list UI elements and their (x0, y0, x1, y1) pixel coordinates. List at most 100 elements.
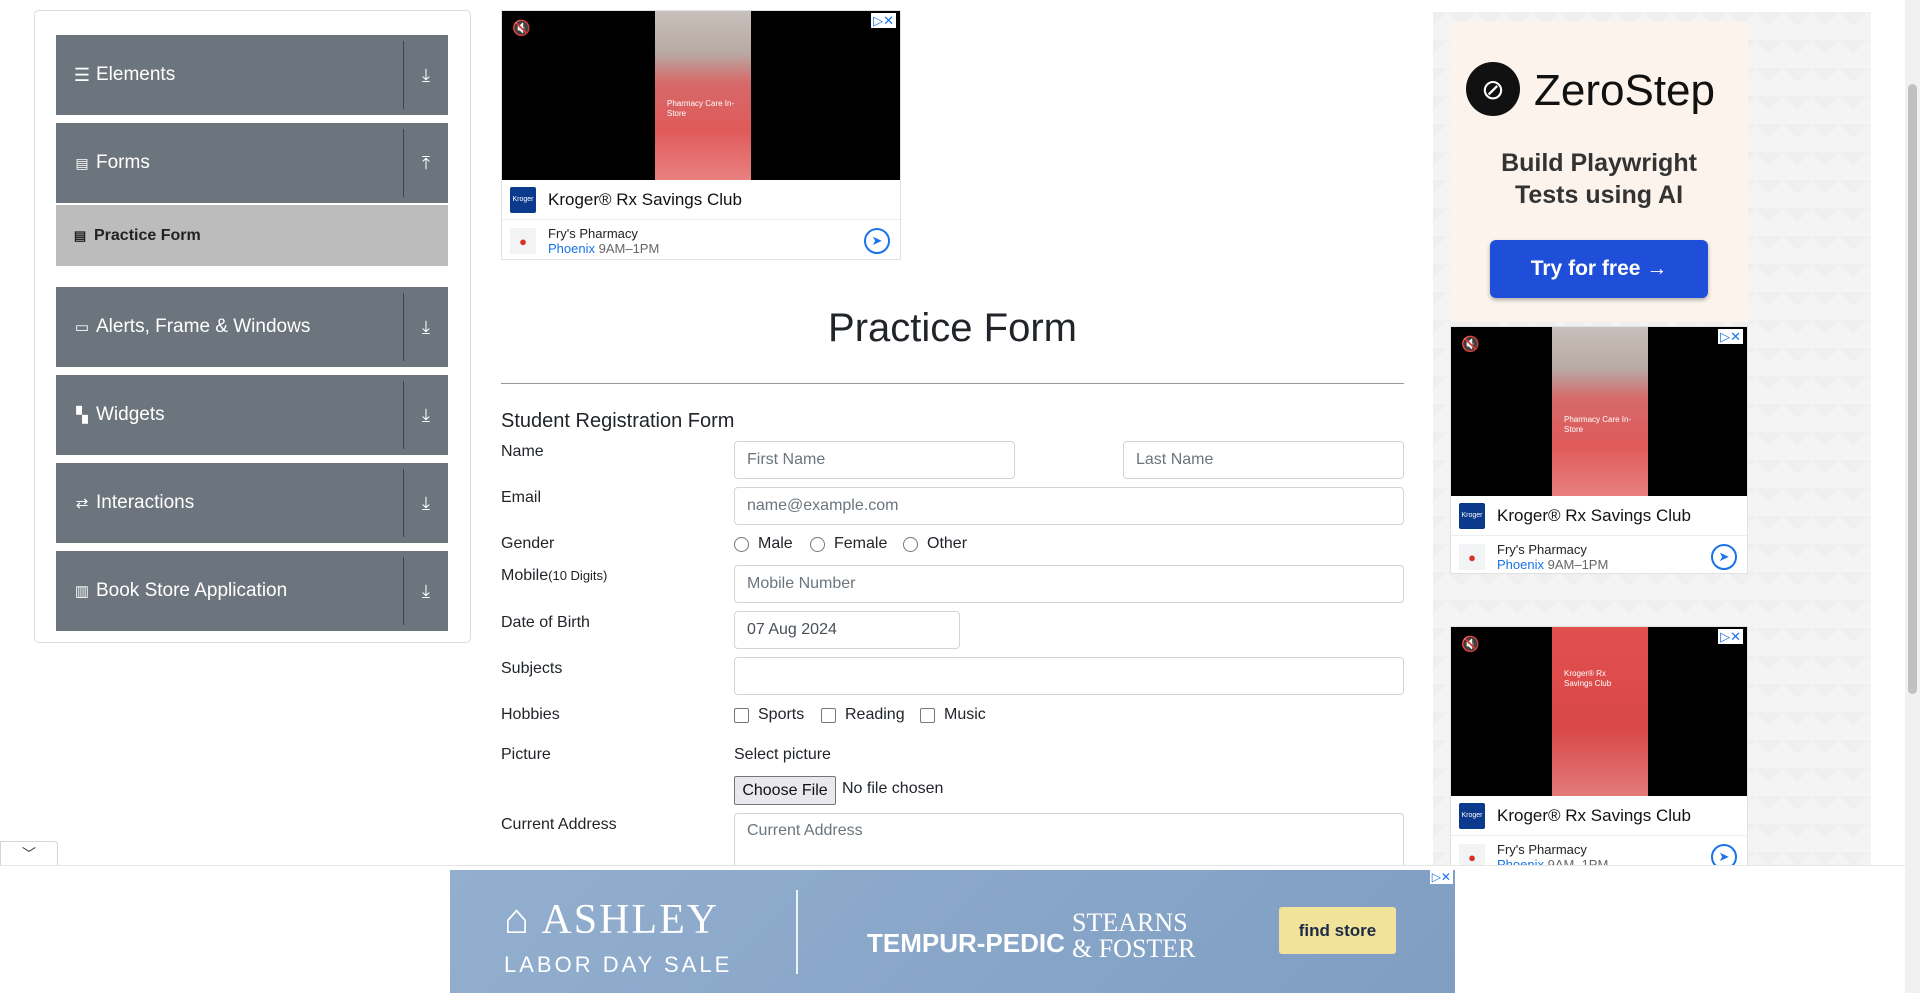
mobile-label: Mobile(10 Digits) (501, 567, 607, 585)
ad-location-name: Fry's Pharmacy (548, 226, 638, 241)
ad-location: Fry's Pharmacy Phoenix 9AM–1PM (1497, 842, 1608, 865)
ad-location-name: Fry's Pharmacy (1497, 842, 1587, 857)
divider (403, 41, 404, 109)
ad-brand-row[interactable]: Kroger Kroger® Rx Savings Club (1451, 496, 1747, 536)
widgets-icon: ▚ (76, 406, 88, 424)
foster-line: & FOSTER (1072, 934, 1196, 963)
scrollbar-thumb[interactable] (1908, 84, 1917, 694)
download-icon[interactable]: ⤓ (414, 405, 438, 426)
gender-male-radio[interactable]: Male (734, 535, 793, 553)
radio-label: Other (927, 535, 968, 552)
checkbox-label: Sports (758, 706, 805, 723)
dob-input[interactable]: 07 Aug 2024 (734, 611, 960, 649)
stearns-foster-logo: STEARNS & FOSTER (1072, 910, 1196, 962)
subjects-input[interactable] (734, 657, 1404, 695)
ad-city: Phoenix (1497, 557, 1544, 572)
first-name-input[interactable]: First Name (734, 441, 1015, 479)
hamburger-icon: ☰ (73, 65, 91, 85)
ad-brand-row[interactable]: Kroger Kroger® Rx Savings Club (502, 180, 900, 220)
ad-hours: 9AM–1PM (1547, 557, 1609, 572)
zerostep-ad[interactable]: ⊘ ZeroStep Build Playwright Tests using … (1450, 22, 1748, 322)
kroger-ad-right-2[interactable]: Kroger® Rx Savings Club 🔇 ▷✕ Kroger Krog… (1450, 626, 1748, 866)
ad-brand-row[interactable]: Kroger Kroger® Rx Savings Club (1451, 796, 1747, 836)
sidebar-group-widgets[interactable]: ▚ Widgets ⤓ (56, 375, 448, 455)
books-icon: ▥ (74, 582, 90, 600)
tagline-line-2: Tests using AI (1514, 181, 1684, 209)
directions-icon[interactable]: ➤ (864, 228, 890, 254)
checkbox[interactable] (821, 707, 836, 723)
try-for-free-button[interactable]: Try for free → (1490, 240, 1708, 298)
divider (403, 557, 404, 625)
kroger-logo: Kroger (1459, 502, 1485, 529)
hobby-music-checkbox[interactable]: Music (920, 706, 986, 724)
directions-icon[interactable]: ➤ (1711, 844, 1737, 865)
gender-other-radio[interactable]: Other (903, 535, 967, 553)
email-label: Email (501, 489, 542, 506)
sidebar-group-book-store[interactable]: ▥ Book Store Application ⤓ (56, 551, 448, 631)
checkbox[interactable] (734, 707, 749, 723)
hobby-reading-checkbox[interactable]: Reading (821, 706, 905, 724)
sidebar: ☰ Elements ⤓ ▤ Forms ⤒ ▤ Practice Form ▭… (34, 10, 471, 643)
sidebar-group-forms[interactable]: ▤ Forms ⤒ (56, 123, 448, 203)
mobile-input[interactable]: Mobile Number (734, 565, 1404, 603)
ad-thumbnail-text: Pharmacy Care In-Store (667, 99, 735, 118)
download-icon[interactable]: ⤓ (414, 317, 438, 338)
kroger-logo: Kroger (1459, 802, 1485, 829)
download-icon[interactable]: ⤓ (414, 65, 438, 86)
sidebar-item-practice-form[interactable]: ▤ Practice Form (56, 205, 448, 266)
hobbies-label: Hobbies (501, 706, 560, 723)
muted-speaker-icon[interactable]: 🔇 (1461, 635, 1480, 653)
radio-button[interactable] (734, 536, 749, 552)
ad-location-row[interactable]: ● Fry's Pharmacy Phoenix 9AM–1PM ➤ (502, 221, 900, 259)
window-icon: ▭ (74, 318, 90, 336)
ad-location-row[interactable]: ● Fry's Pharmacy Phoenix 9AM–1PM ➤ (1451, 537, 1747, 573)
sidebar-group-interactions[interactable]: ⇄ Interactions ⤓ (56, 463, 448, 543)
radio-button[interactable] (903, 536, 918, 552)
download-icon[interactable]: ⤓ (414, 581, 438, 602)
sidebar-group-elements[interactable]: ☰ Elements ⤓ (56, 35, 448, 115)
kroger-ad-right-1[interactable]: Pharmacy Care In-Store 🔇 ▷✕ Kroger Kroge… (1450, 326, 1748, 574)
ad-city: Phoenix (548, 241, 595, 256)
gender-female-radio[interactable]: Female (810, 535, 887, 553)
muted-speaker-icon[interactable]: 🔇 (512, 19, 531, 37)
chevron-down-icon[interactable]: ﹀ (0, 841, 58, 865)
sidebar-group-alerts[interactable]: ▭ Alerts, Frame & Windows ⤓ (56, 287, 448, 367)
upload-icon[interactable]: ⤒ (414, 153, 438, 174)
radio-label: Female (834, 535, 888, 552)
email-input[interactable]: name@example.com (734, 487, 1404, 525)
tagline-line-1: Build Playwright (1501, 149, 1697, 177)
sidebar-group-label: Alerts, Frame & Windows (96, 316, 311, 337)
hobby-sports-checkbox[interactable]: Sports (734, 706, 804, 724)
map-pin-icon: ● (1459, 544, 1485, 570)
ad-location-row[interactable]: ● Fry's Pharmacy Phoenix 9AM–1PM ➤ (1451, 837, 1747, 865)
ad-location: Fry's Pharmacy Phoenix 9AM–1PM (1497, 542, 1608, 572)
page-title: Practice Form (828, 306, 1077, 350)
ad-brand-name: Kroger® Rx Savings Club (548, 189, 742, 209)
ashley-banner-ad[interactable]: ⌂ ASHLEY LABOR DAY SALE TEMPUR-PEDIC STE… (450, 870, 1455, 993)
ad-choices-icon[interactable]: ▷✕ (1718, 629, 1743, 644)
find-store-button[interactable]: find store (1279, 907, 1396, 954)
ad-choices-icon[interactable]: ▷✕ (871, 13, 896, 28)
radio-button[interactable] (810, 536, 825, 552)
current-address-textarea[interactable]: Current Address (734, 813, 1404, 873)
ad-location: Fry's Pharmacy Phoenix 9AM–1PM (548, 226, 659, 256)
map-pin-icon: ● (1459, 844, 1485, 865)
checkbox[interactable] (920, 707, 935, 723)
interactions-icon: ⇄ (75, 494, 89, 512)
ad-choices-icon[interactable]: ▷✕ (1718, 329, 1743, 344)
directions-icon[interactable]: ➤ (1711, 544, 1737, 570)
muted-speaker-icon[interactable]: 🔇 (1461, 335, 1480, 353)
choose-file-button[interactable]: Choose File (734, 776, 836, 805)
last-name-input[interactable]: Last Name (1123, 441, 1404, 479)
map-pin-icon: ● (510, 228, 536, 254)
dob-label: Date of Birth (501, 614, 590, 631)
tempur-pedic-logo: TEMPUR-PEDIC (867, 928, 1065, 958)
form-icon: ▤ (73, 227, 87, 243)
checkbox-label: Reading (845, 706, 905, 723)
kroger-ad-top[interactable]: Pharmacy Care In-Store 🔇 ▷✕ Kroger Kroge… (501, 10, 901, 260)
sidebar-group-label: Elements (96, 64, 176, 85)
download-icon[interactable]: ⤓ (414, 493, 438, 514)
ad-choices-icon[interactable]: ▷✕ (1429, 870, 1453, 884)
ashley-sale: LABOR DAY SALE (504, 952, 733, 977)
zerostep-logo-icon: ⊘ (1466, 62, 1520, 116)
